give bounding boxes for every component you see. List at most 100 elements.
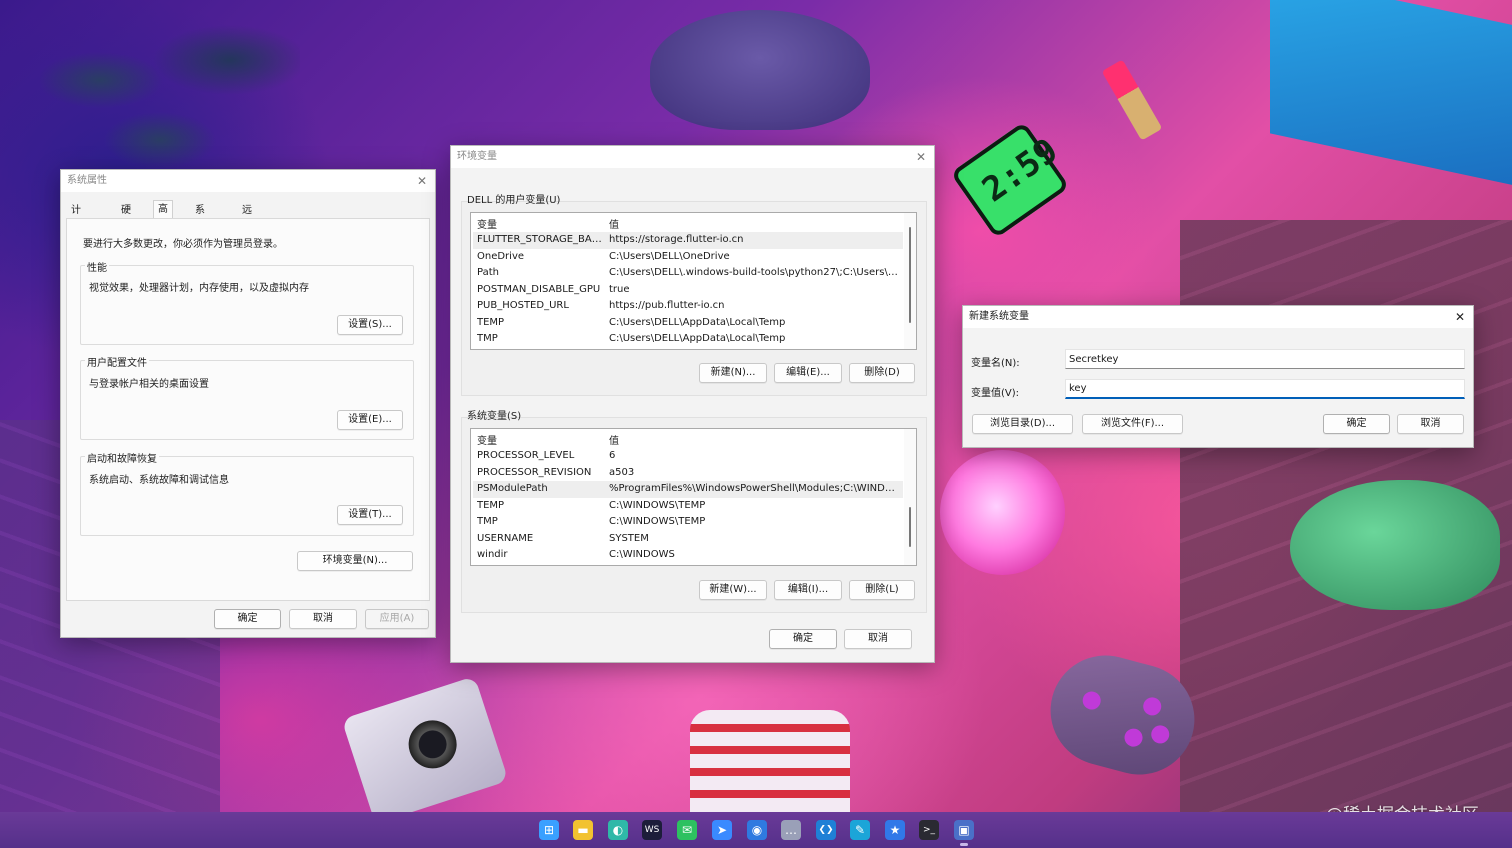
table-row[interactable]: PROCESSOR_LEVEL 6: [473, 448, 903, 465]
notes-app-icon[interactable]: ✎: [850, 820, 870, 840]
variable-value: C:\WINDOWS\TEMP: [609, 516, 706, 527]
user-new-button[interactable]: 新建(N)...: [699, 363, 767, 383]
variable-value: SYSTEM: [609, 532, 649, 544]
cancel-button[interactable]: 取消: [289, 609, 357, 629]
column-header-value[interactable]: 值: [609, 432, 619, 447]
startup-recovery-group: 启动和故障恢复 系统启动、系统故障和调试信息 设置(T)...: [80, 450, 414, 536]
vscode-icon[interactable]: ❮❯: [816, 820, 836, 840]
wallpaper-sock: [690, 710, 850, 812]
table-row[interactable]: TMP C:\WINDOWS\TEMP: [473, 514, 903, 531]
variable-name: PROCESSOR_REVISION: [477, 466, 592, 478]
variable-name-input[interactable]: [1065, 349, 1465, 369]
gamepad-button: [1149, 723, 1172, 746]
dialog-title: 系统属性: [67, 175, 107, 186]
group-description: 系统启动、系统故障和调试信息: [89, 475, 229, 486]
variable-value: true: [609, 283, 630, 295]
edge-browser-icon[interactable]: ◐: [608, 820, 628, 840]
scrollbar-thumb[interactable]: [909, 507, 911, 547]
vertical-scrollbar[interactable]: [904, 213, 916, 349]
table-row[interactable]: TEMP C:\Users\DELL\AppData\Local\Temp: [473, 315, 903, 332]
control-panel-icon[interactable]: ▣: [954, 820, 974, 840]
table-row[interactable]: POSTMAN_DISABLE_GPU true: [473, 282, 903, 299]
system-variables-list[interactable]: 变量 值 PROCESSOR_LEVEL 6 PROCESSOR_REVISIO…: [470, 428, 917, 566]
system-new-button[interactable]: 新建(W)...: [699, 580, 767, 600]
variable-value: C:\WINDOWS: [609, 549, 675, 560]
wallpaper-plant: [40, 0, 300, 170]
variable-value-input[interactable]: [1065, 379, 1465, 399]
wallpaper-clock-text: 2:59: [975, 130, 1066, 211]
feishu-icon[interactable]: ➤: [712, 820, 732, 840]
group-description: 视觉效果，处理器计划，内存使用，以及虚拟内存: [89, 283, 309, 294]
variable-name: TEMP: [477, 316, 505, 328]
close-button[interactable]: ✕: [1447, 306, 1473, 328]
star-app-icon[interactable]: ★: [885, 820, 905, 840]
variable-name: USERNAME: [477, 532, 534, 544]
tab-advanced[interactable]: 高级: [153, 200, 173, 233]
system-edit-button[interactable]: 编辑(I)...: [774, 580, 842, 600]
scrollbar-thumb[interactable]: [909, 227, 911, 323]
table-row[interactable]: FLUTTER_STORAGE_BASE_... https://storage…: [473, 232, 903, 249]
table-row[interactable]: PROCESSOR_REVISION a503: [473, 465, 903, 482]
column-header-variable[interactable]: 变量: [477, 216, 497, 231]
system-delete-button[interactable]: 删除(L): [849, 580, 915, 600]
ok-button[interactable]: 确定: [214, 609, 281, 629]
cancel-button[interactable]: 取消: [1397, 414, 1464, 434]
column-header-variable[interactable]: 变量: [477, 432, 497, 447]
browse-file-button[interactable]: 浏览文件(F)...: [1082, 414, 1183, 434]
apply-button[interactable]: 应用(A): [365, 609, 429, 629]
new-system-variable-dialog: 新建系统变量 ✕ 变量名(N): 变量值(V): 浏览目录(D)... 浏览文件…: [962, 305, 1474, 448]
wallpaper-blue-box: [1270, 0, 1512, 187]
table-row[interactable]: PSModulePath %ProgramFiles%\WindowsPower…: [473, 481, 903, 498]
webstorm-icon[interactable]: WS: [642, 820, 662, 840]
location-app-icon[interactable]: ◉: [747, 820, 767, 840]
environment-variables-button[interactable]: 环境变量(N)...: [297, 551, 413, 571]
advanced-tab-panel: 要进行大多数更改，你必须作为管理员登录。 性能 视觉效果，处理器计划，内存使用，…: [66, 218, 430, 601]
wallpaper-camera: [341, 676, 509, 812]
table-row[interactable]: TEMP C:\WINDOWS\TEMP: [473, 498, 903, 515]
close-button[interactable]: ✕: [908, 146, 934, 168]
table-row[interactable]: TMP C:\Users\DELL\AppData\Local\Temp: [473, 331, 903, 348]
table-row[interactable]: OneDrive C:\Users\DELL\OneDrive: [473, 249, 903, 266]
vertical-scrollbar[interactable]: [904, 429, 916, 565]
dialog-title: 新建系统变量: [969, 311, 1029, 322]
system-properties-titlebar[interactable]: 系统属性 ✕: [61, 170, 435, 192]
wechat-icon[interactable]: ✉: [677, 820, 697, 840]
performance-settings-button[interactable]: 设置(S)...: [337, 315, 403, 335]
close-icon: ✕: [416, 174, 428, 188]
variable-name: Path: [477, 267, 499, 278]
ok-button[interactable]: 确定: [769, 629, 837, 649]
active-app-indicator: [960, 843, 968, 846]
variable-name: OneDrive: [477, 250, 525, 262]
terminal-icon[interactable]: >_: [919, 820, 939, 840]
close-button[interactable]: ✕: [409, 170, 435, 192]
windows-start-icon[interactable]: ⊞: [539, 820, 559, 840]
startup-recovery-settings-button[interactable]: 设置(T)...: [337, 505, 403, 525]
user-delete-button[interactable]: 删除(D): [849, 363, 915, 383]
new-system-variable-titlebar[interactable]: 新建系统变量 ✕: [963, 306, 1473, 328]
user-variables-label: DELL 的用户变量(U): [467, 195, 561, 206]
variable-name: windir: [477, 549, 508, 560]
table-row[interactable]: Path C:\Users\DELL\.windows-build-tools\…: [473, 265, 903, 282]
user-profiles-settings-button[interactable]: 设置(E)...: [337, 410, 403, 430]
chat-bubble-icon[interactable]: …: [781, 820, 801, 840]
file-explorer-icon[interactable]: ▬: [573, 820, 593, 840]
variable-value: %ProgramFiles%\WindowsPowerShell\Modules…: [609, 483, 901, 494]
environment-variables-titlebar[interactable]: 环境变量 ✕: [451, 146, 934, 168]
ok-button[interactable]: 确定: [1323, 414, 1390, 434]
admin-notice: 要进行大多数更改，你必须作为管理员登录。: [83, 239, 283, 250]
wallpaper-clock: 2:59: [950, 121, 1070, 239]
variable-value: a503: [609, 466, 635, 478]
column-header-value[interactable]: 值: [609, 216, 619, 231]
variable-name: TMP: [477, 333, 498, 344]
table-row[interactable]: windir C:\WINDOWS: [473, 547, 903, 564]
variable-value: C:\Users\DELL\AppData\Local\Temp: [609, 333, 786, 344]
table-row[interactable]: PUB_HOSTED_URL https://pub.flutter-io.cn: [473, 298, 903, 315]
user-variables-list[interactable]: 变量 值 FLUTTER_STORAGE_BASE_... https://st…: [470, 212, 917, 350]
browse-directory-button[interactable]: 浏览目录(D)...: [972, 414, 1073, 434]
cancel-button[interactable]: 取消: [844, 629, 912, 649]
user-edit-button[interactable]: 编辑(E)...: [774, 363, 842, 383]
variable-name: TEMP: [477, 499, 505, 511]
table-row[interactable]: USERNAME SYSTEM: [473, 531, 903, 548]
variable-value: C:\Users\DELL\OneDrive: [609, 250, 730, 262]
gamepad-button: [1141, 695, 1164, 718]
